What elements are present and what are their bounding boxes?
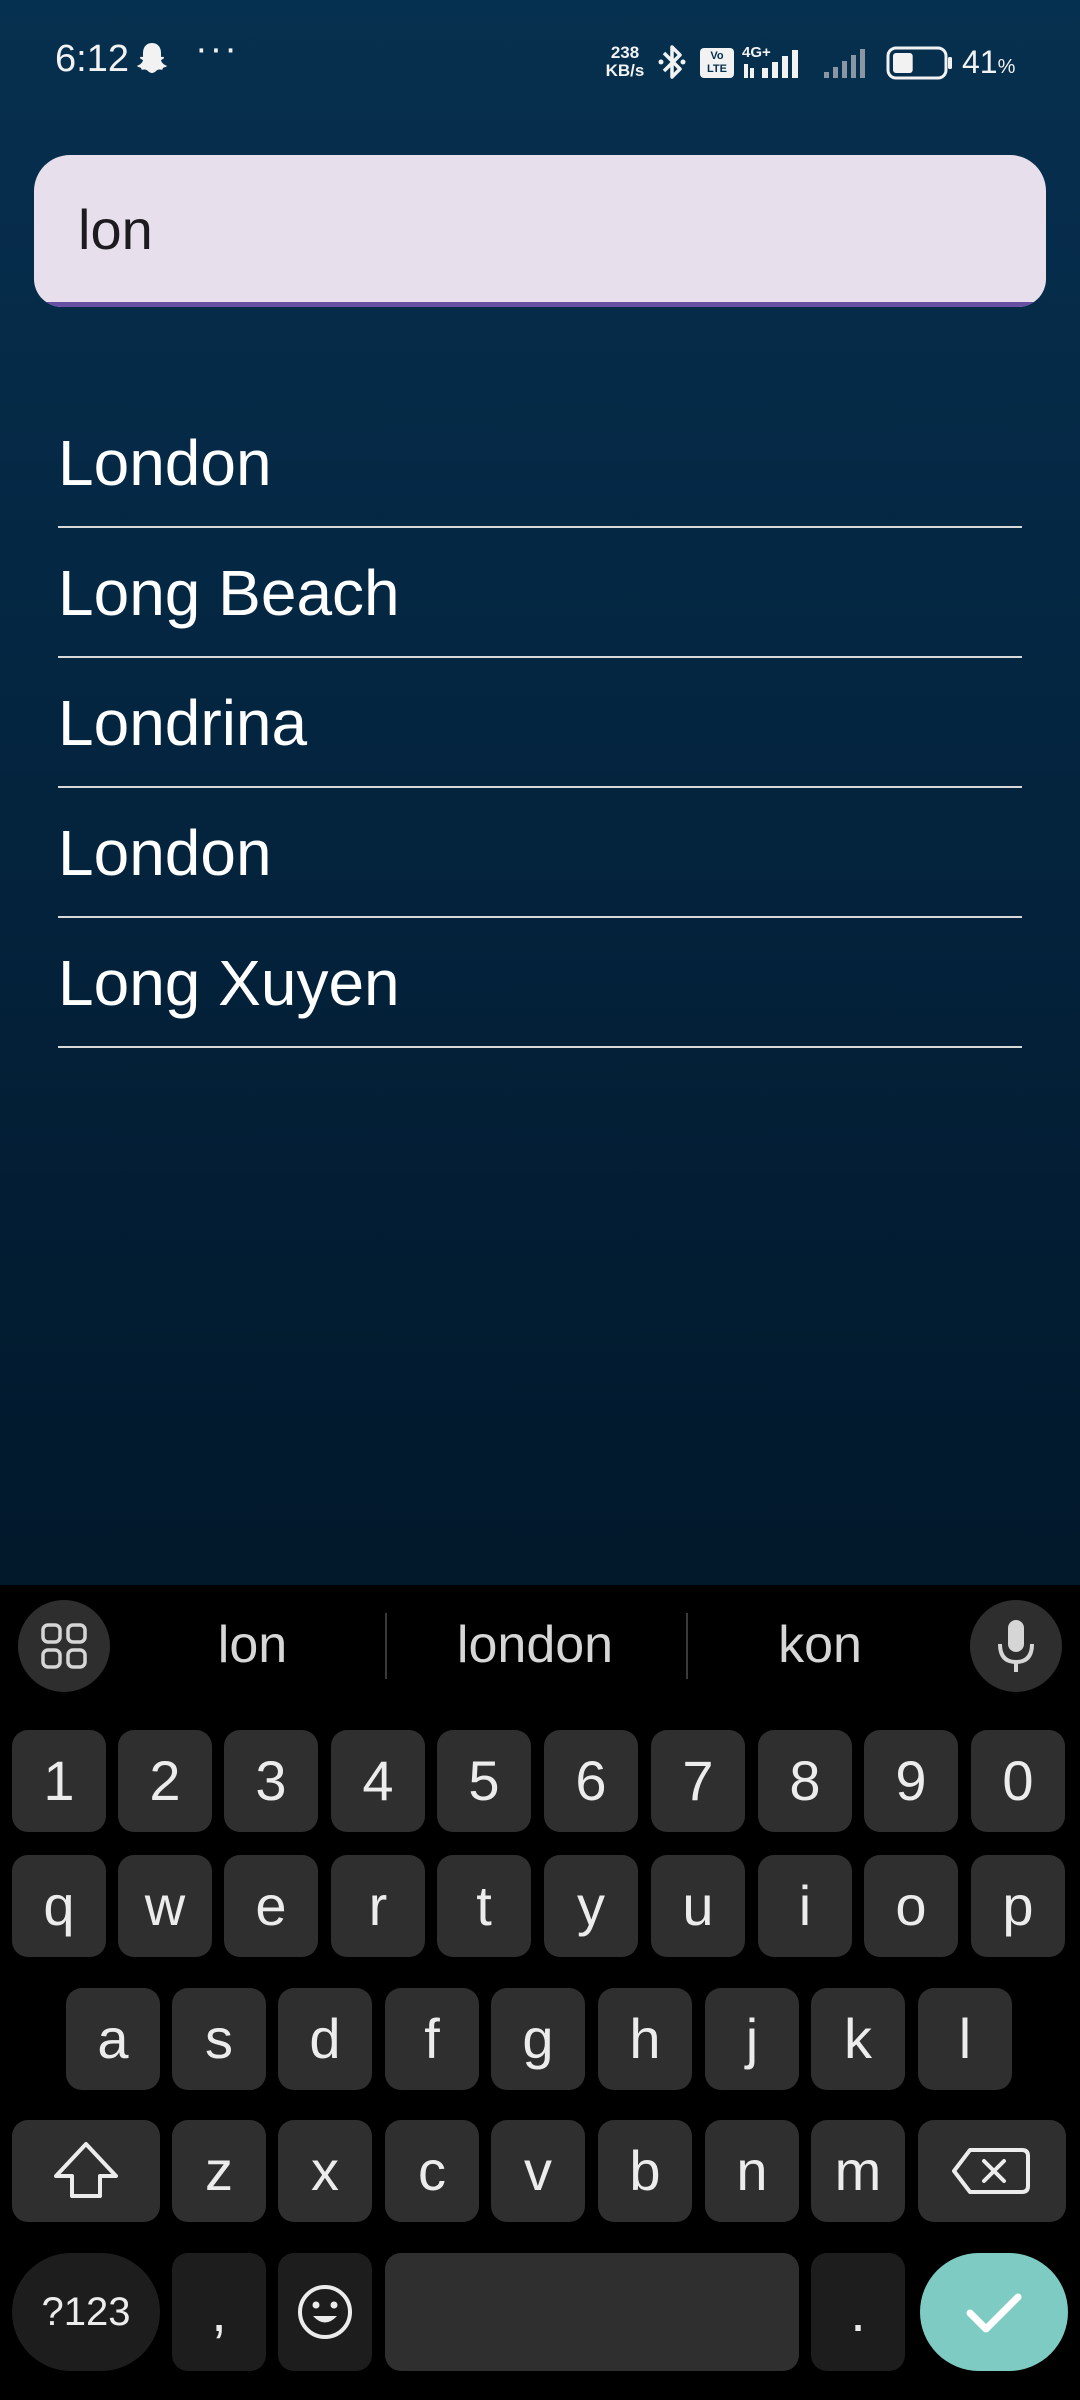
key-g[interactable]: g — [491, 1988, 585, 2090]
signal-strength-icon — [744, 50, 798, 78]
symbols-key[interactable]: ?123 — [12, 2253, 160, 2371]
key-v[interactable]: v — [491, 2120, 585, 2222]
grid-icon — [41, 1623, 87, 1669]
city-suggestions-list: London Long Beach Londrina London Long X… — [58, 400, 1022, 1050]
city-suggestion-label: London — [58, 427, 272, 499]
key-w[interactable]: w — [118, 1855, 212, 1957]
more-notifications-icon: ··· — [195, 28, 239, 70]
snapchat-notification-icon — [137, 43, 167, 73]
network-speed: 238 KB/s — [600, 44, 650, 80]
voice-input-button[interactable] — [970, 1600, 1062, 1692]
key-2[interactable]: 2 — [118, 1730, 212, 1832]
key-d[interactable]: d — [278, 1988, 372, 2090]
word-suggestion[interactable]: london — [405, 1615, 665, 1675]
key-p[interactable]: p — [971, 1855, 1065, 1957]
space-key[interactable] — [385, 2253, 799, 2371]
key-a[interactable]: a — [66, 1988, 160, 2090]
key-6[interactable]: 6 — [544, 1730, 638, 1832]
status-time: 6:12 — [55, 38, 129, 80]
key-o[interactable]: o — [864, 1855, 958, 1957]
key-s[interactable]: s — [172, 1988, 266, 2090]
city-suggestion-label: Long Beach — [58, 557, 400, 629]
key-h[interactable]: h — [598, 1988, 692, 2090]
city-suggestion-label: Long Xuyen — [58, 947, 400, 1019]
period-key[interactable]: . — [811, 2253, 905, 2371]
emoji-key[interactable] — [278, 2253, 372, 2371]
key-n[interactable]: n — [705, 2120, 799, 2222]
key-z[interactable]: z — [172, 2120, 266, 2222]
backspace-key[interactable] — [918, 2120, 1066, 2222]
volte-icon: Vo LTE — [700, 48, 734, 78]
key-r[interactable]: r — [331, 1855, 425, 1957]
shift-icon — [54, 2142, 118, 2198]
comma-key[interactable]: , — [172, 2253, 266, 2371]
key-l[interactable]: l — [918, 1988, 1012, 2090]
bluetooth-icon — [658, 45, 686, 79]
key-j[interactable]: j — [705, 1988, 799, 2090]
key-f[interactable]: f — [385, 1988, 479, 2090]
checkmark-icon — [966, 2293, 1022, 2333]
key-m[interactable]: m — [811, 2120, 905, 2222]
suggestion-divider — [686, 1613, 688, 1679]
key-u[interactable]: u — [651, 1855, 745, 1957]
key-5[interactable]: 5 — [437, 1730, 531, 1832]
key-x[interactable]: x — [278, 2120, 372, 2222]
microphone-icon — [998, 1620, 1034, 1672]
battery-icon — [886, 46, 952, 80]
key-q[interactable]: q — [12, 1855, 106, 1957]
city-suggestion-label: London — [58, 817, 272, 889]
signal-strength-sim2-icon — [824, 49, 865, 78]
keyboard-apps-button[interactable] — [18, 1600, 110, 1692]
key-k[interactable]: k — [811, 1988, 905, 2090]
key-9[interactable]: 9 — [864, 1730, 958, 1832]
city-suggestion-item[interactable]: London — [58, 400, 1022, 528]
network-speed-value: 238 — [610, 43, 640, 62]
emoji-icon — [298, 2285, 352, 2339]
on-screen-keyboard: lon london kon 1 2 3 4 5 6 7 8 9 0 q w e… — [0, 1585, 1080, 2400]
city-search-input[interactable] — [34, 155, 1046, 303]
city-suggestion-label: Londrina — [58, 687, 308, 759]
word-suggestion[interactable]: kon — [705, 1615, 935, 1675]
shift-key[interactable] — [12, 2120, 160, 2222]
key-b[interactable]: b — [598, 2120, 692, 2222]
key-y[interactable]: y — [544, 1855, 638, 1957]
battery-percent: 41% — [962, 44, 1016, 80]
key-3[interactable]: 3 — [224, 1730, 318, 1832]
status-bar: 6:12 ··· 238 KB/s Vo LTE 4G+ 41% — [0, 0, 1080, 130]
key-i[interactable]: i — [758, 1855, 852, 1957]
city-suggestion-item[interactable]: Londrina — [58, 660, 1022, 788]
key-4[interactable]: 4 — [331, 1730, 425, 1832]
suggestion-divider — [385, 1613, 387, 1679]
key-8[interactable]: 8 — [758, 1730, 852, 1832]
city-suggestion-item[interactable]: London — [58, 790, 1022, 918]
key-0[interactable]: 0 — [971, 1730, 1065, 1832]
search-field-underline — [34, 302, 1046, 307]
city-suggestion-item[interactable]: Long Xuyen — [58, 920, 1022, 1048]
key-7[interactable]: 7 — [651, 1730, 745, 1832]
key-1[interactable]: 1 — [12, 1730, 106, 1832]
word-suggestion[interactable]: lon — [140, 1615, 365, 1675]
key-t[interactable]: t — [437, 1855, 531, 1957]
backspace-icon — [952, 2148, 1030, 2194]
city-suggestion-item[interactable]: Long Beach — [58, 530, 1022, 658]
network-speed-unit: KB/s — [605, 61, 645, 80]
key-c[interactable]: c — [385, 2120, 479, 2222]
key-e[interactable]: e — [224, 1855, 318, 1957]
enter-key[interactable] — [920, 2253, 1068, 2371]
search-field-container[interactable] — [34, 155, 1046, 307]
